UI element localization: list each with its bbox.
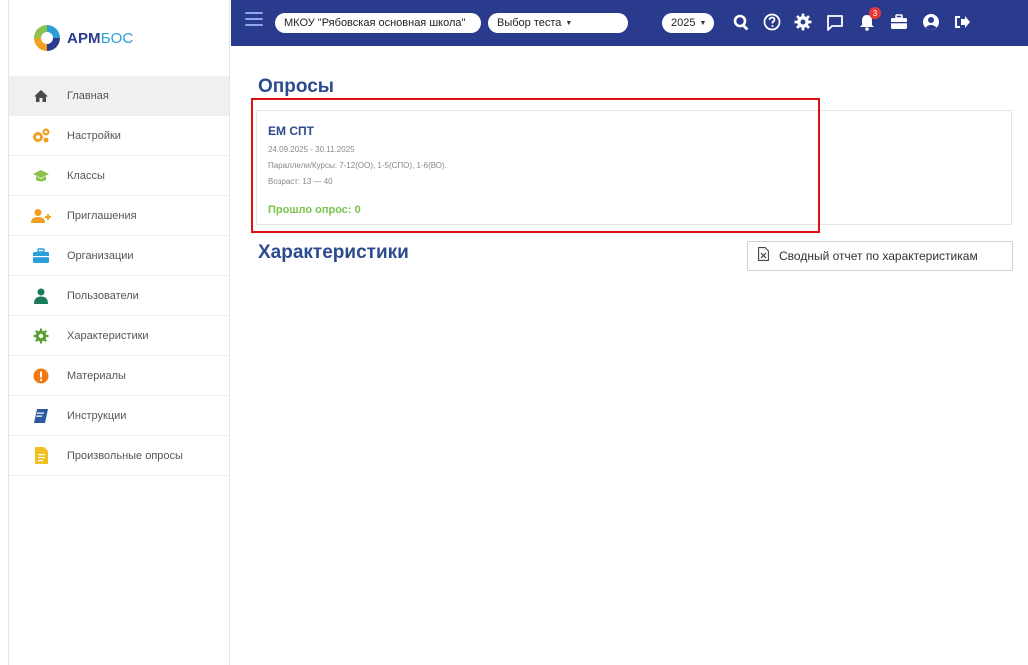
bell-icon[interactable]: 3 (856, 7, 881, 33)
logout-icon[interactable] (951, 11, 973, 33)
sidebar-item-label: Классы (67, 169, 105, 182)
sidebar-item-custom-surveys[interactable]: Произвольные опросы (9, 436, 229, 476)
brand-name-main: АРМ (67, 29, 101, 47)
top-bar: МКОУ "Рябовская основная школа" Выбор те… (231, 0, 1028, 46)
logo[interactable]: АРМБОС (9, 0, 229, 76)
exclamation-icon (31, 366, 51, 386)
sidebar-item-users[interactable]: Пользователи (9, 276, 229, 316)
chat-icon[interactable] (824, 11, 846, 33)
sidebar-item-classes[interactable]: Классы (9, 156, 229, 196)
sidebar-item-organizations[interactable]: Организации (9, 236, 229, 276)
sidebar-item-label: Инструкции (67, 409, 127, 422)
brand-name-accent: БОС (100, 29, 134, 47)
sidebar-item-settings[interactable]: Настройки (9, 116, 229, 156)
sidebar-item-invitations[interactable]: Приглашения (9, 196, 229, 236)
graduation-cap-icon (31, 166, 51, 186)
test-select-label: Выбор теста (497, 17, 562, 29)
user-icon (31, 286, 51, 306)
characteristics-title: Характеристики (258, 242, 409, 263)
sidebar-item-label: Характеристики (67, 329, 149, 342)
test-select[interactable]: Выбор теста ▼ (488, 13, 628, 33)
menu-icon[interactable] (245, 12, 263, 26)
notification-badge: 3 (869, 7, 881, 19)
brand-name: АРМБОС (67, 30, 134, 47)
year-select[interactable]: 2025 ▼ (662, 13, 714, 33)
add-user-icon (31, 206, 51, 226)
book-icon (31, 406, 51, 426)
sidebar-nav: Главная Настройки Классы Приглашения Орг… (9, 76, 229, 476)
logo-icon (31, 22, 63, 54)
briefcase-icon (31, 246, 51, 266)
sidebar-item-label: Произвольные опросы (67, 449, 183, 462)
gears-icon (31, 126, 51, 146)
sidebar-item-instructions[interactable]: Инструкции (9, 396, 229, 436)
highlight-frame (251, 98, 820, 233)
summary-report-button[interactable]: Сводный отчет по характеристикам (747, 241, 1013, 271)
main-content: Опросы ЕМ СПТ 24.09.2025 - 30.11.2025 Па… (231, 46, 1028, 665)
surveys-title: Опросы (258, 76, 335, 97)
sidebar-item-label: Организации (67, 249, 134, 262)
app-window: АРМБОС Главная Настройки Классы Приглаше… (0, 0, 1028, 665)
chevron-down-icon: ▼ (699, 19, 707, 27)
briefcase-icon[interactable] (888, 11, 910, 33)
chevron-down-icon: ▼ (565, 19, 573, 27)
sidebar-item-label: Настройки (67, 129, 121, 142)
home-icon (31, 86, 51, 106)
profile-icon[interactable] (920, 11, 942, 33)
sidebar-item-label: Главная (67, 89, 109, 102)
sidebar-item-home[interactable]: Главная (9, 76, 229, 116)
search-icon[interactable] (730, 11, 752, 33)
excel-file-icon (758, 246, 769, 266)
sidebar-item-label: Приглашения (67, 209, 137, 222)
organization-select-label: МКОУ "Рябовская основная школа" (284, 17, 466, 29)
sidebar-item-label: Материалы (67, 369, 126, 382)
sidebar: АРМБОС Главная Настройки Классы Приглаше… (8, 0, 230, 665)
document-icon (31, 446, 51, 466)
sidebar-item-characteristics[interactable]: Характеристики (9, 316, 229, 356)
organization-select[interactable]: МКОУ "Рябовская основная школа" (275, 13, 481, 33)
gear-icon (31, 326, 51, 346)
sidebar-item-materials[interactable]: Материалы (9, 356, 229, 396)
year-select-label: 2025 (671, 17, 696, 29)
settings-icon[interactable] (792, 11, 814, 33)
help-icon[interactable] (761, 11, 783, 33)
sidebar-item-label: Пользователи (67, 289, 139, 302)
summary-report-label: Сводный отчет по характеристикам (779, 249, 978, 263)
